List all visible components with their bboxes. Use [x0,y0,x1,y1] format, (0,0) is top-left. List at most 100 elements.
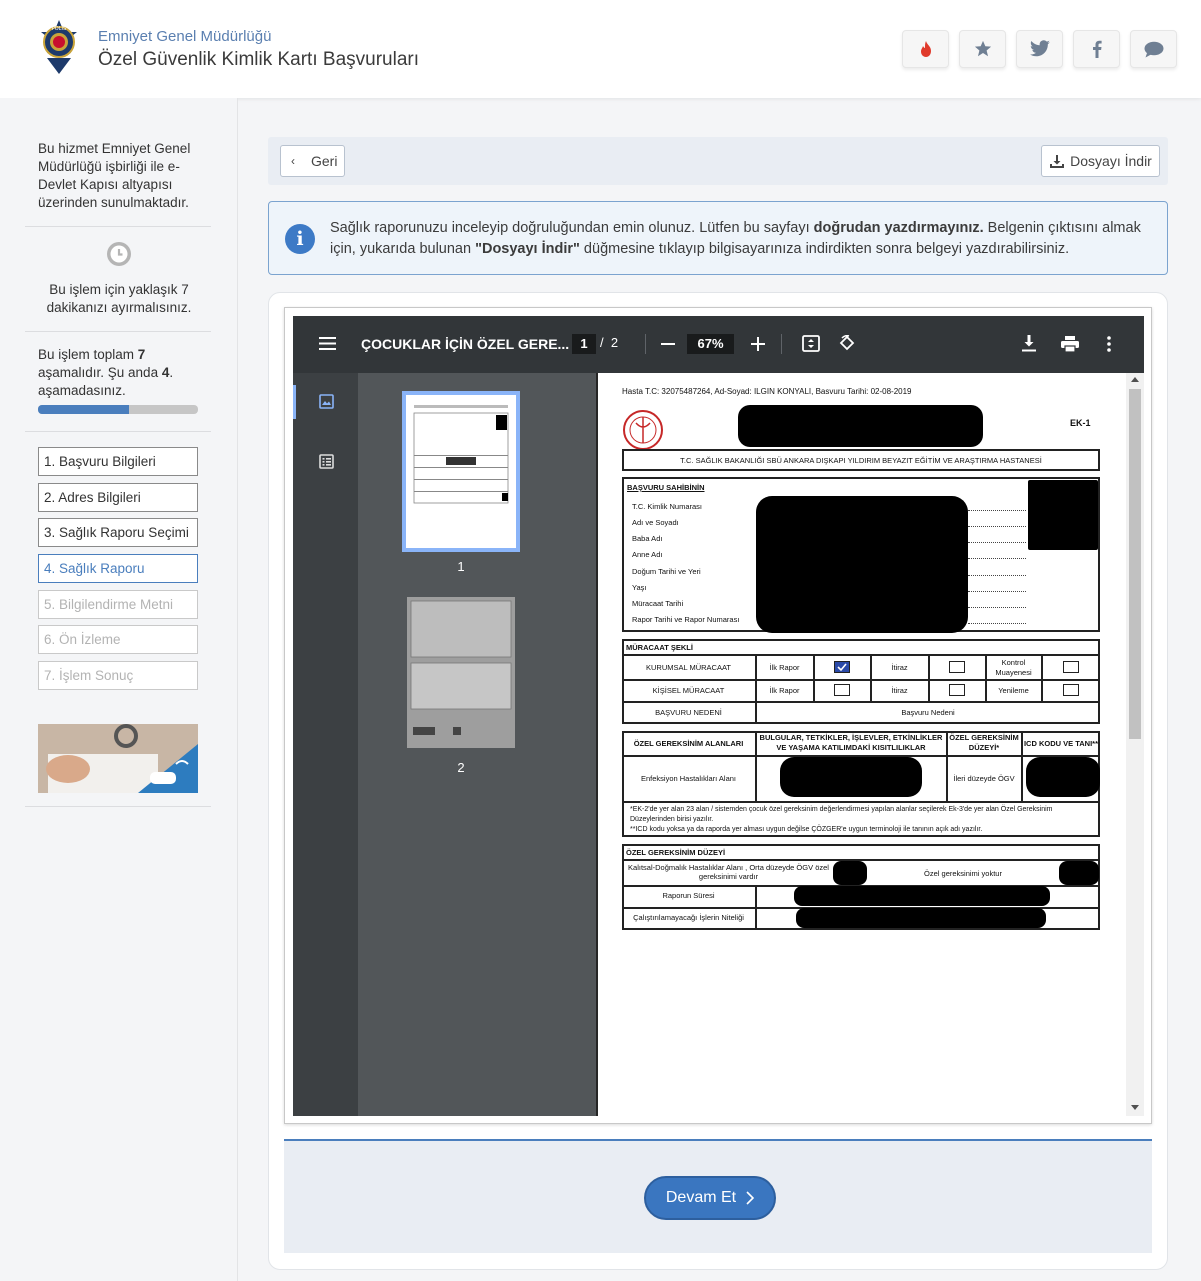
header-actions [902,30,1177,68]
zoom-in-icon[interactable] [751,337,765,351]
menu-icon[interactable] [319,337,336,350]
steps-text-part: Bu işlem toplam [38,347,138,362]
twitter-button[interactable] [1016,30,1063,68]
kontrol-label: Kontrol Muayenesi [995,658,1032,677]
facebook-button[interactable] [1073,30,1120,68]
service-info-text: Bu hizmet Emniyet Genel Müdürlüğü işbirl… [38,141,191,210]
scroll-up-icon[interactable] [1131,377,1139,382]
dotted-line [968,542,1026,543]
pdf-scrollbar[interactable] [1126,373,1144,1116]
zoom-out-icon[interactable] [661,343,675,345]
thumbnail-label-1: 1 [457,559,465,574]
table-rule [928,654,930,701]
application-type-title: MÜRACAAT ŞEKLİ [626,643,693,652]
page-thumbnail-2[interactable] [407,597,515,748]
download-icon [1050,154,1065,168]
duration-text: Bu işlem için yaklaşık 7 dakikanızı ayır… [46,282,192,315]
dotted-line [968,526,1026,527]
redacted-block [1059,861,1099,885]
promo-banner-image[interactable] [38,724,198,793]
table-rule [622,654,1100,656]
step-6: 6. Ön İzleme [38,625,198,654]
favorite-button[interactable] [959,30,1006,68]
thumbnails-icon[interactable] [319,394,334,409]
applicant-field-label: Doğum Tarihi ve Yeri [632,567,701,576]
redacted-block [756,496,968,633]
continue-button-label: Devam Et [665,1189,737,1206]
col-level: ÖZEL GEREKSİNİM DÜZEYİ* [949,733,1019,752]
dotted-line [968,558,1026,559]
clock-icon [106,241,132,272]
back-button[interactable]: ‹ Geri [280,145,345,177]
star-icon [974,40,991,57]
applicant-field-label: Müracaat Tarihi [632,599,684,608]
checkbox-checked-icon [834,661,850,673]
scroll-down-icon[interactable] [1131,1105,1139,1110]
outline-icon[interactable] [319,454,334,469]
need-level-right: Özel gereksinimi yoktur [924,869,1002,878]
rotate-icon[interactable] [838,335,856,353]
applicant-field-label: Adı ve Soyadı [632,518,679,527]
table-rule [813,654,815,701]
comment-button[interactable] [1130,30,1177,68]
pdf-download-icon[interactable] [1022,335,1036,352]
print-icon[interactable] [1061,336,1079,352]
dotted-line [968,575,1026,576]
twitter-icon [1029,40,1050,57]
service-title: Özel Güvenlik Kimlik Kartı Başvuruları [98,49,419,70]
alert-emphasis: doğrudan yazdırmayınız. [813,220,984,236]
redacted-block [796,908,1046,928]
alert-text-part: Sağlık raporunuzu inceleyip doğruluğunda… [330,220,814,236]
dotted-line [968,510,1026,511]
sidebar-divider [25,806,211,807]
scroll-thumb[interactable] [1129,389,1141,739]
fire-button[interactable] [902,30,949,68]
redacted-block [780,757,922,797]
step-1[interactable]: 1. Başvuru Bilgileri [38,447,198,476]
continue-button[interactable]: Devam Et [644,1176,776,1220]
toolbar-separator [645,334,646,354]
step-progress-bar [38,405,198,414]
applicant-section-title: BAŞVURU SAHİBİNİN [627,483,705,492]
step-progress-fill [38,405,130,414]
pdf-document-title: ÇOCUKLAR İÇİN ÖZEL GERE... [361,336,570,352]
pdf-sidebar-tabs [293,373,358,1116]
sidebar-divider [25,431,211,432]
sidebar-divider [25,226,211,227]
pdf-toolbar: ÇOCUKLAR İÇİN ÖZEL GERE... 1 / 2 67% [293,316,1144,373]
step-4[interactable]: 4. Sağlık Raporu [38,554,198,583]
chevron-right-icon [746,1191,755,1205]
steps-total: 7 [137,347,146,362]
needs-note-2: **ICD kodu yoksa ya da raporda yer almas… [630,826,983,833]
active-tab-indicator [293,385,296,419]
info-alert: i Sağlık raporunuzu inceleyip doğruluğun… [268,201,1168,275]
ilk-rapor-label: İlk Rapor [769,663,800,672]
step-2[interactable]: 2. Adres Bilgileri [38,483,198,512]
redacted-block [1026,757,1100,797]
pdf-page-input[interactable]: 1 [572,334,596,354]
page-header: POLİS Emniyet Genel Müdürlüğü Özel Güven… [0,0,1201,98]
page-thumbnail-1[interactable] [402,391,520,552]
applicant-field-label: Baba Adı [632,534,663,543]
table-rule [1041,654,1043,701]
fit-page-icon[interactable] [802,335,820,352]
need-level-left: Kalıtsal-Doğmalık Hastalıklar Alanı , Or… [628,863,829,881]
info-icon: i [285,224,315,254]
checkbox-icon [949,684,965,696]
step-5: 5. Bilgilendirme Metni [38,590,198,619]
reason-value: Başvuru Nedeni [901,708,955,717]
pdf-zoom-input[interactable]: 67% [687,334,734,354]
checkbox-icon [834,684,850,696]
step-3[interactable]: 3. Sağlık Raporu Seçimi [38,518,198,547]
download-file-button[interactable]: Dosyayı İndir [1041,145,1160,177]
dotted-line [968,607,1026,608]
applicant-field-label: T.C. Kimlik Numarası [632,502,703,511]
redacted-photo [1028,480,1098,550]
redacted-block [738,405,983,447]
kurumsal-label: KURUMSAL MÜRACAAT [645,663,731,672]
chevron-left-icon: ‹ [291,154,295,168]
more-options-icon[interactable] [1107,336,1111,352]
sidebar-divider [25,331,211,332]
applicant-field-label: Yaşı [632,583,647,592]
dotted-line [968,623,1026,624]
